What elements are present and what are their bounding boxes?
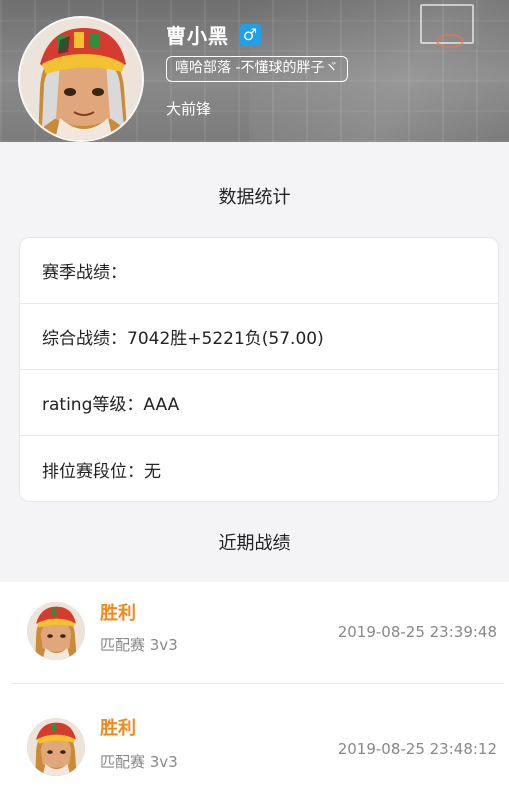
avatar-illustration [27, 718, 85, 776]
stats-section-title: 数据统计 [218, 187, 291, 208]
ranked-tier-row: 排位赛段位：无 [42, 461, 161, 482]
player-position: 大前锋 [166, 100, 212, 118]
recent-section-title: 近期战绩 [218, 533, 291, 554]
rating-level-row: rating等级：AAA [20, 370, 498, 436]
match-result: 胜利 [100, 718, 136, 739]
match-item[interactable]: 胜利 匹配赛 3v3 2019-08-25 23:39:48 [0, 582, 509, 684]
user-name: 曹小黑 [166, 24, 229, 48]
match-type: 匹配赛 3v3 [100, 636, 178, 654]
avatar-illustration [20, 18, 142, 140]
avatar-illustration [27, 602, 85, 660]
season-record-row: 赛季战绩： [20, 238, 498, 304]
basketball-hoop-image [420, 4, 474, 48]
match-time: 2019-08-25 23:39:48 [337, 623, 497, 641]
stats-card: 赛季战绩： 综合战绩：7042胜+5221负(57.00) rating等级：A… [19, 237, 499, 502]
overall-record-row: 综合战绩：7042胜+5221负(57.00) [20, 304, 498, 370]
match-list: 胜利 匹配赛 3v3 2019-08-25 23:39:48 胜利 匹配赛 3v… [0, 582, 509, 789]
male-gender-icon: ♂ [239, 23, 261, 46]
avatar[interactable] [18, 16, 144, 142]
profile-header: 曹小黑 ♂ 嘻哈部落 -不懂球的胖子ヾ 大前锋 [0, 0, 509, 142]
match-type: 匹配赛 3v3 [100, 753, 178, 771]
clan-tag[interactable]: 嘻哈部落 -不懂球的胖子ヾ [166, 56, 348, 82]
match-time: 2019-08-25 23:48:12 [337, 740, 497, 758]
match-avatar [27, 718, 85, 776]
name-row: 曹小黑 ♂ [166, 20, 261, 49]
match-result: 胜利 [100, 603, 136, 624]
match-item[interactable]: 胜利 匹配赛 3v3 2019-08-25 23:48:12 [0, 684, 509, 786]
match-avatar [27, 602, 85, 660]
